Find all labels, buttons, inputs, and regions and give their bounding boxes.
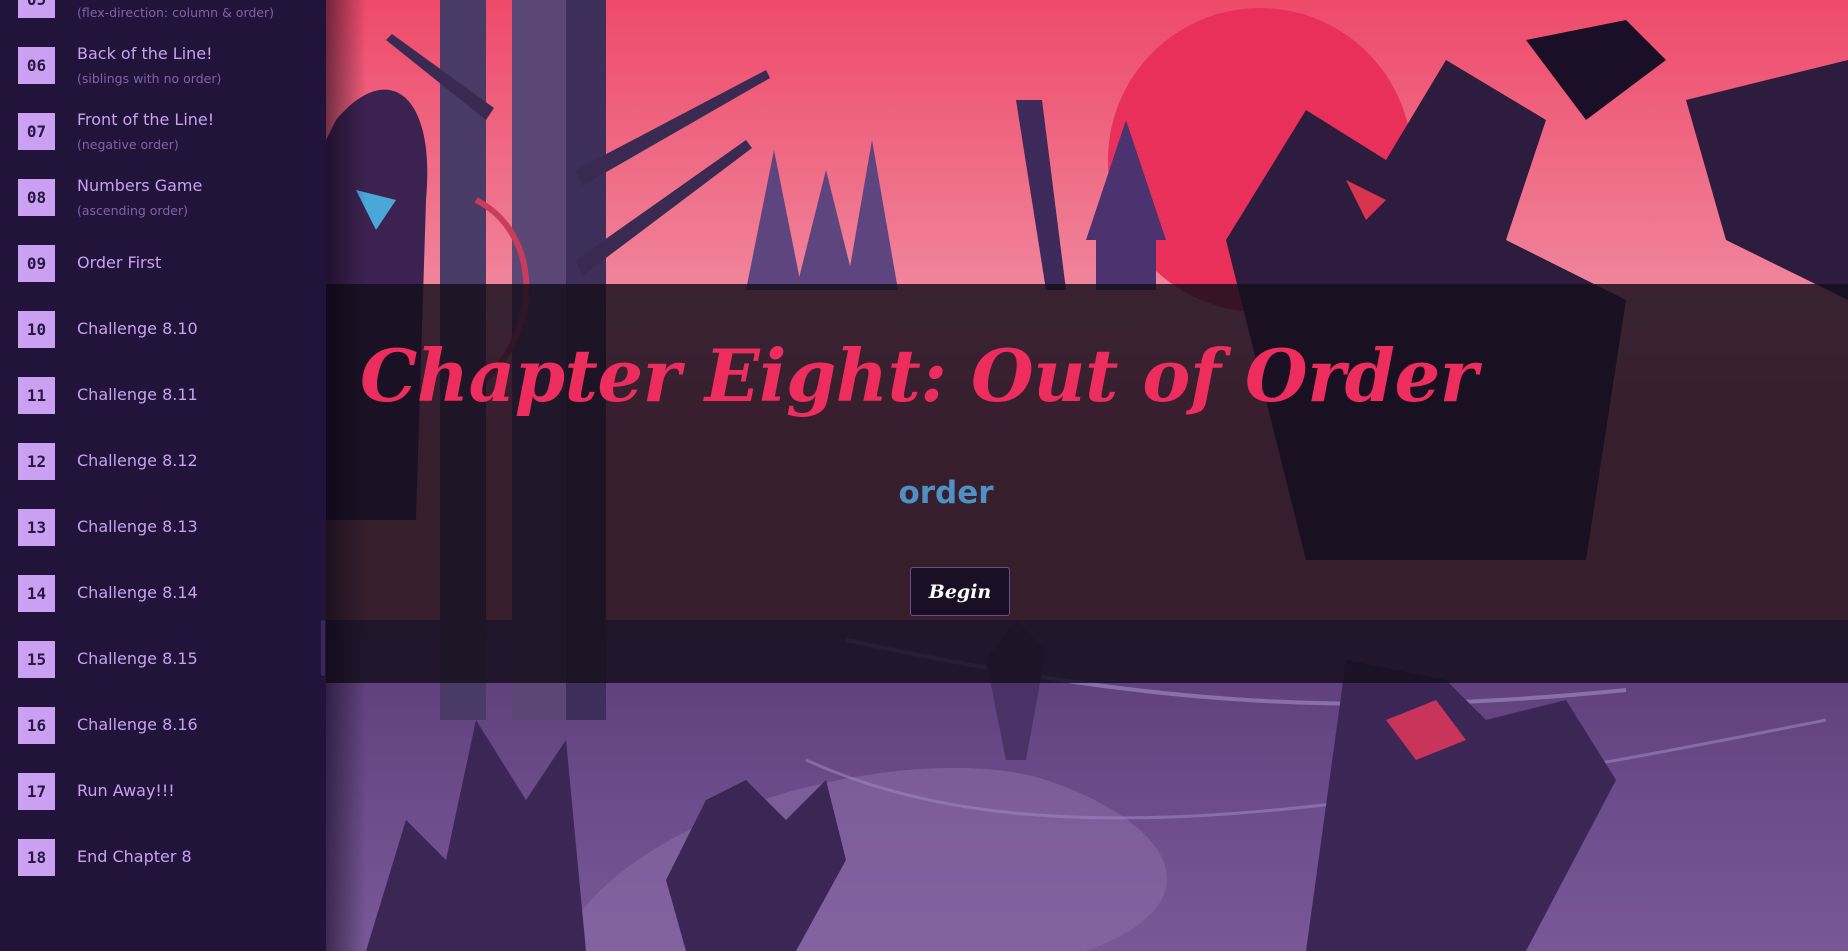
chapter-title: Chapter Eight: Out of Order <box>360 333 1478 418</box>
level-item-08[interactable]: 08 Numbers Game (ascending order) <box>0 162 326 228</box>
level-item-12[interactable]: 12 Challenge 8.12 <box>0 426 326 492</box>
level-title: Challenge 8.10 <box>77 319 198 338</box>
level-title: Challenge 8.15 <box>77 649 198 668</box>
level-subtitle: (siblings with no order) <box>77 71 222 86</box>
level-sidebar: 05 (flex-direction: column & order) 06 B… <box>0 0 326 951</box>
level-number: 07 <box>18 113 55 150</box>
level-item-06[interactable]: 06 Back of the Line! (siblings with no o… <box>0 30 326 96</box>
level-subtitle: (ascending order) <box>77 203 188 218</box>
level-item-07[interactable]: 07 Front of the Line! (negative order) <box>0 96 326 162</box>
level-number: 09 <box>18 245 55 282</box>
level-item-14[interactable]: 14 Challenge 8.14 <box>0 558 326 624</box>
level-item-11[interactable]: 11 Challenge 8.11 <box>0 360 326 426</box>
level-item-13[interactable]: 13 Challenge 8.13 <box>0 492 326 558</box>
level-list: 05 (flex-direction: column & order) 06 B… <box>0 0 326 888</box>
level-number: 08 <box>18 179 55 216</box>
level-title: Front of the Line! <box>77 110 215 129</box>
level-title: Challenge 8.16 <box>77 715 198 734</box>
level-number: 18 <box>18 839 55 876</box>
level-title: Challenge 8.14 <box>77 583 198 602</box>
level-item-10[interactable]: 10 Challenge 8.10 <box>0 294 326 360</box>
level-title: Challenge 8.12 <box>77 451 198 470</box>
level-number: 05 <box>18 0 55 18</box>
level-title: Numbers Game <box>77 176 203 195</box>
level-number: 14 <box>18 575 55 612</box>
level-item-09[interactable]: 09 Order First <box>0 228 326 294</box>
level-item-15[interactable]: 15 Challenge 8.15 <box>0 624 326 690</box>
level-item-16[interactable]: 16 Challenge 8.16 <box>0 690 326 756</box>
level-item-17[interactable]: 17 Run Away!!! <box>0 756 326 822</box>
level-title: Challenge 8.13 <box>77 517 198 536</box>
level-title: Order First <box>77 253 162 272</box>
level-subtitle: (negative order) <box>77 137 179 152</box>
level-number: 12 <box>18 443 55 480</box>
level-number: 15 <box>18 641 55 678</box>
level-subtitle: (flex-direction: column & order) <box>77 5 275 20</box>
level-number: 17 <box>18 773 55 810</box>
sidebar-scrollbar[interactable] <box>321 620 325 676</box>
level-title: Challenge 8.11 <box>77 385 198 404</box>
chapter-intro-panel: Chapter Eight: Out of Order order Begin <box>326 284 1848 683</box>
begin-button[interactable]: Begin <box>910 567 1010 616</box>
level-number: 16 <box>18 707 55 744</box>
chapter-subtitle: order <box>898 475 994 511</box>
level-item-05[interactable]: 05 (flex-direction: column & order) <box>0 0 326 30</box>
level-title: Back of the Line! <box>77 44 213 63</box>
level-number: 11 <box>18 377 55 414</box>
level-number: 10 <box>18 311 55 348</box>
level-title: End Chapter 8 <box>77 847 192 866</box>
sidebar-shadow <box>326 0 366 951</box>
level-number: 13 <box>18 509 55 546</box>
level-title: Run Away!!! <box>77 781 175 800</box>
level-number: 06 <box>18 47 55 84</box>
level-item-18[interactable]: 18 End Chapter 8 <box>0 822 326 888</box>
